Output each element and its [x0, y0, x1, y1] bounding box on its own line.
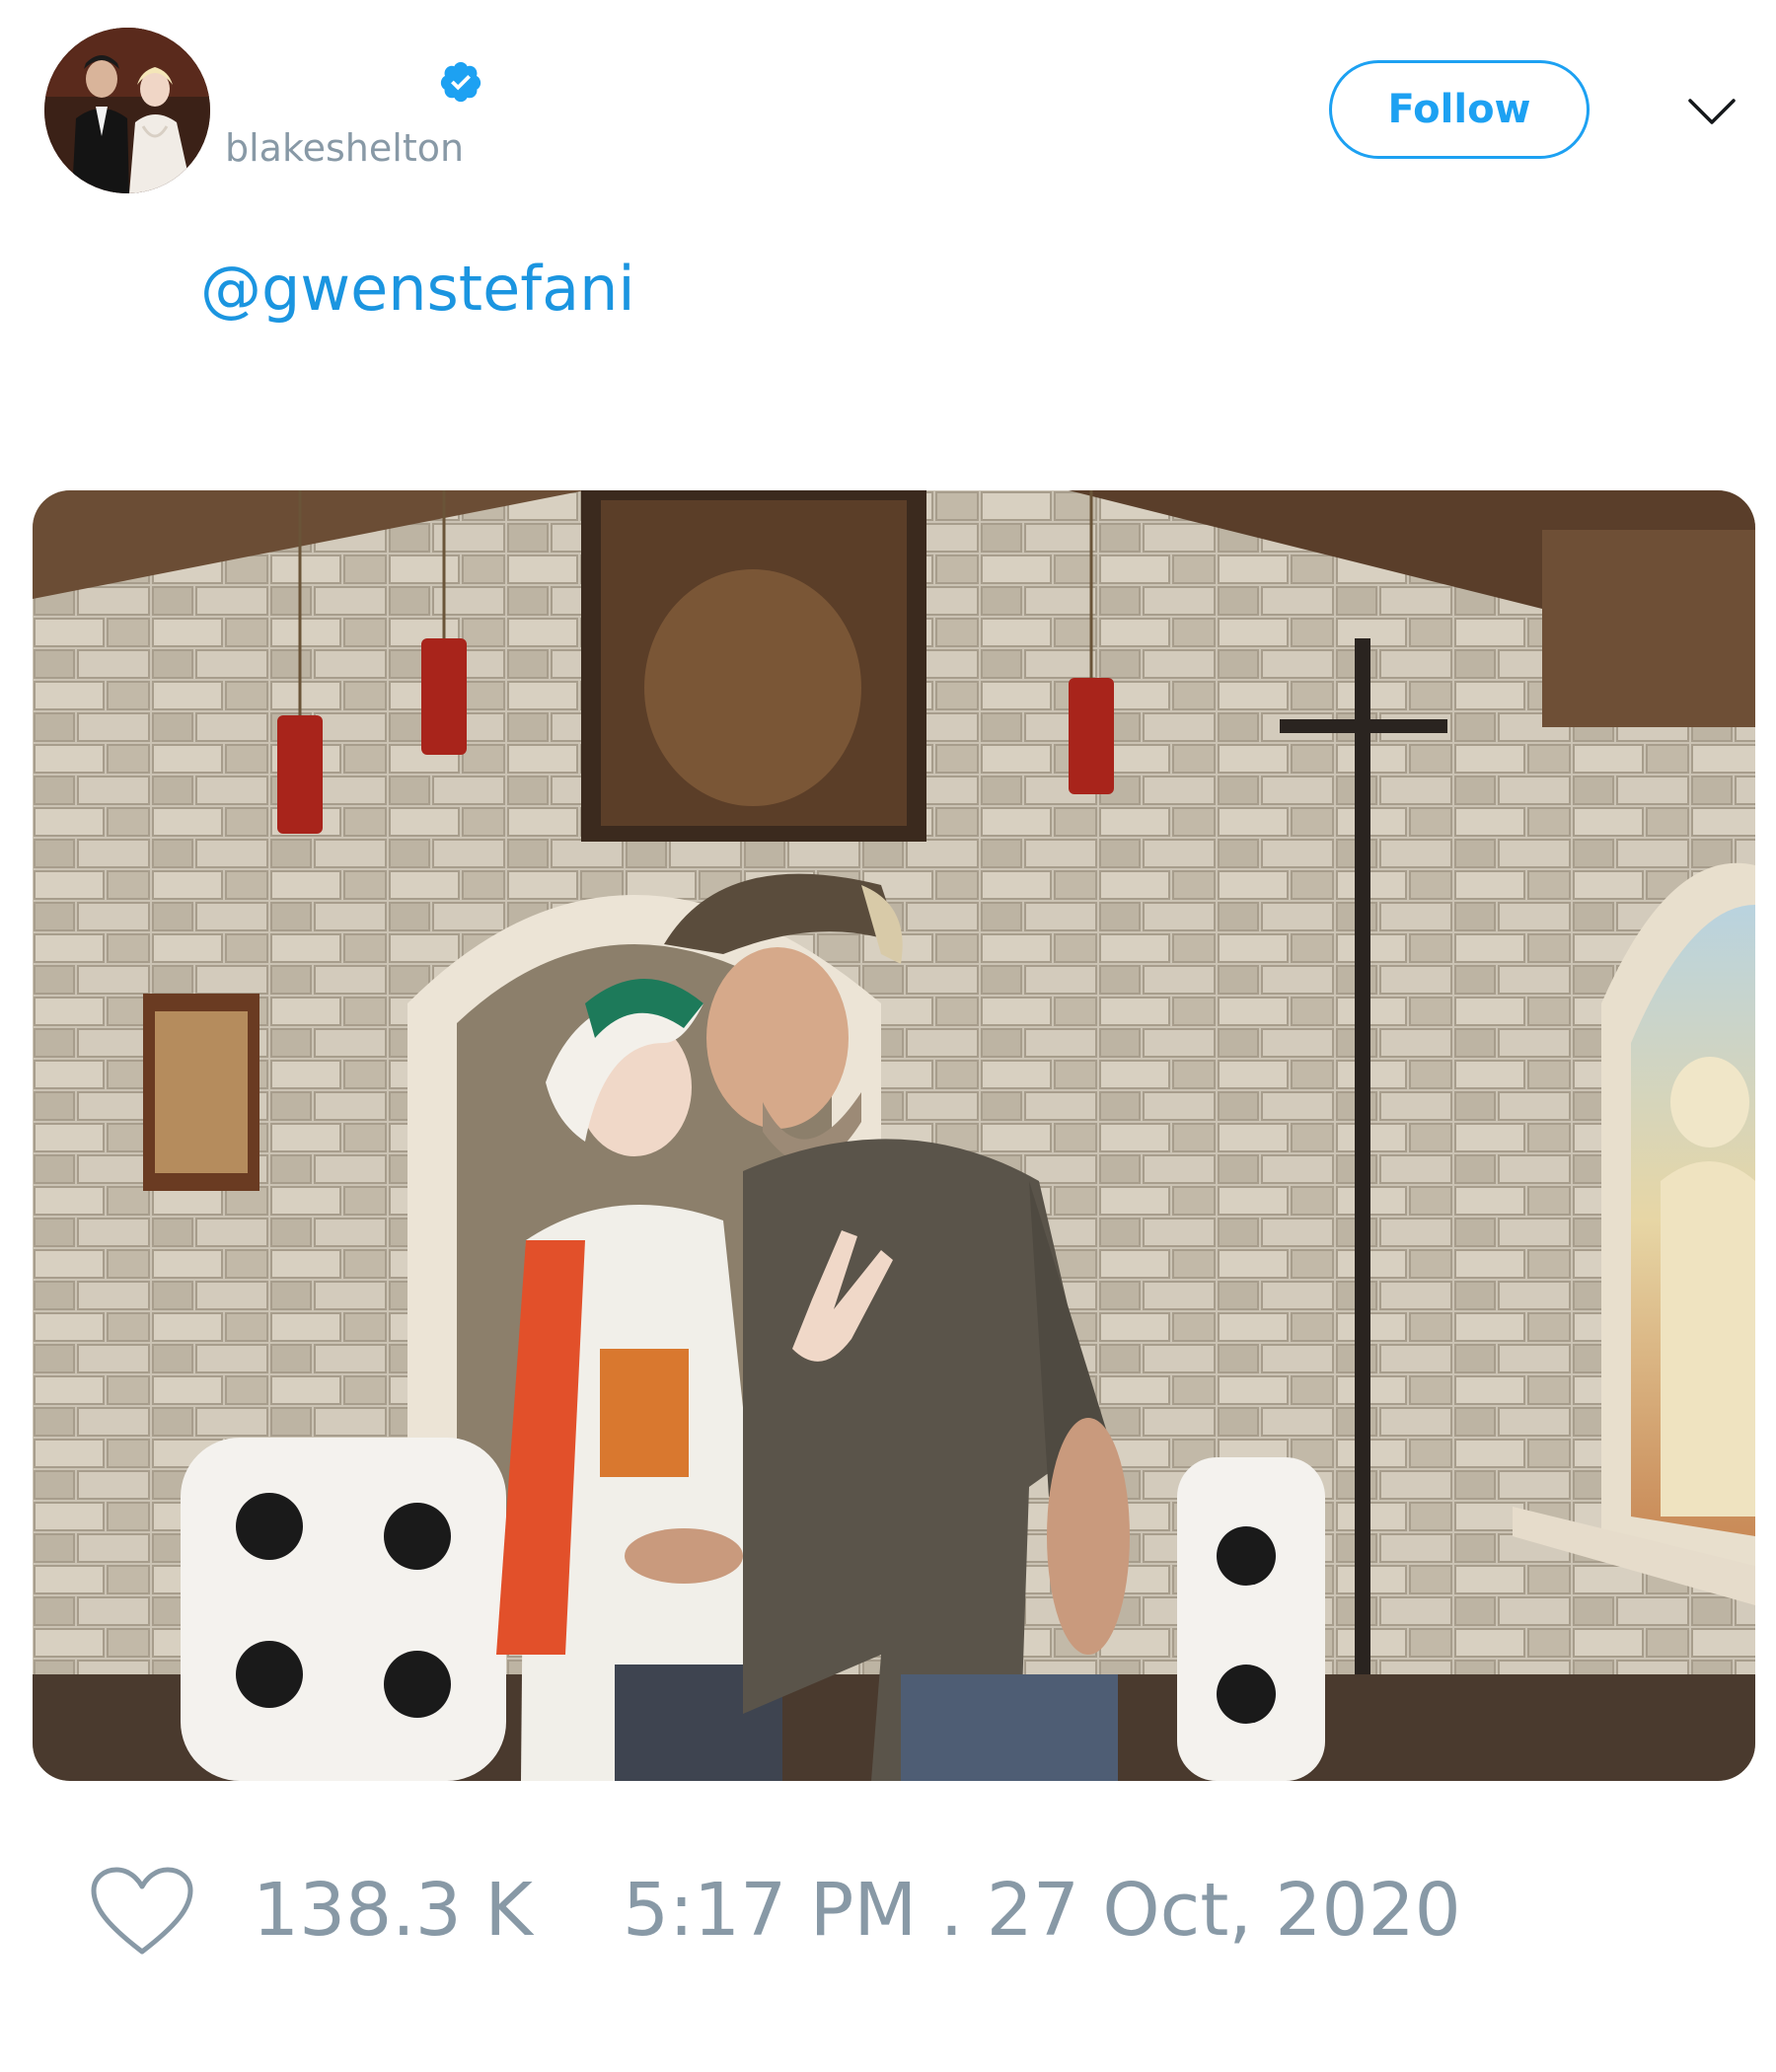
heart-icon[interactable]	[89, 1865, 195, 1960]
profile-avatar[interactable]	[44, 28, 210, 193]
follow-button[interactable]: Follow	[1329, 60, 1590, 159]
like-count: 138.3 K	[253, 1868, 533, 1953]
chevron-down-icon[interactable]	[1686, 85, 1738, 136]
tweet-timestamp[interactable]: 5:17 PM . 27 Oct, 2020	[623, 1868, 1461, 1953]
tweet-photo[interactable]	[33, 490, 1755, 1781]
tweet-text-mention[interactable]: @gwenstefani	[200, 253, 635, 325]
avatar-photo	[44, 28, 210, 193]
verified-badge-icon	[440, 61, 481, 103]
photo-illustration	[33, 490, 1755, 1781]
tweet-header: blakeshelton Follow	[0, 0, 1776, 197]
user-handle[interactable]: blakeshelton	[225, 126, 464, 170]
